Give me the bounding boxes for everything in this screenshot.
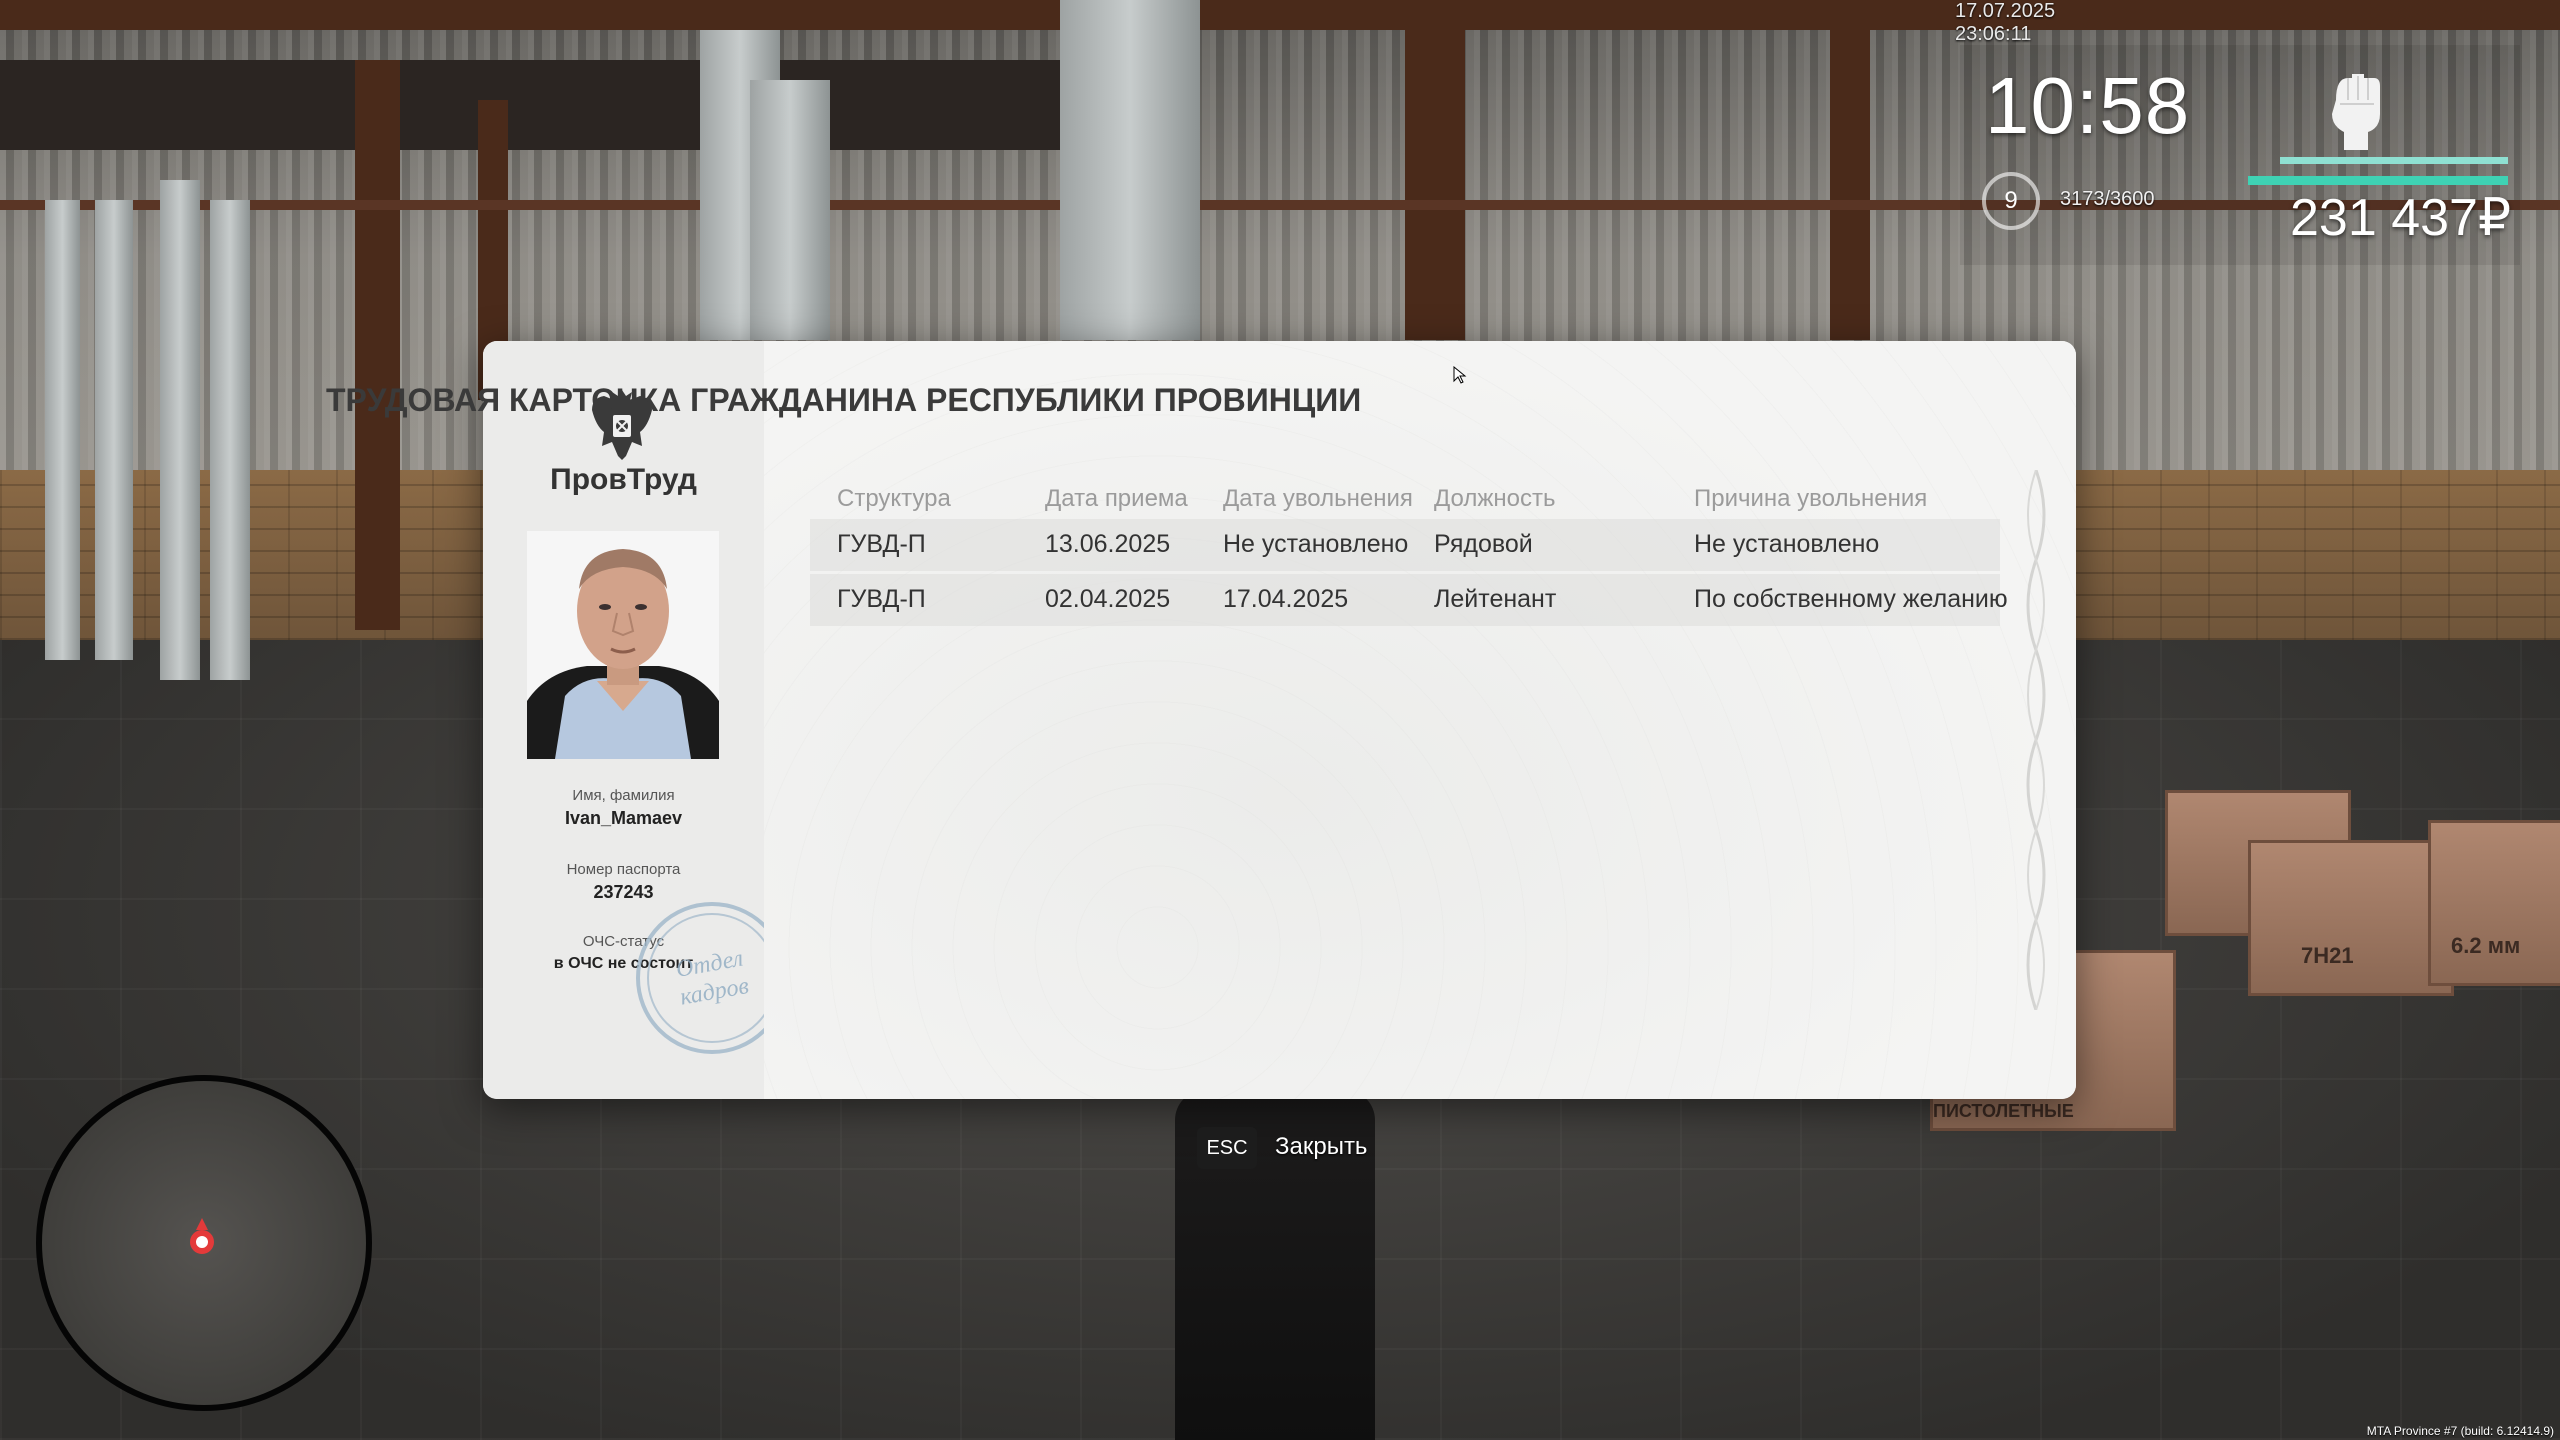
level-value: 9: [2004, 187, 2018, 214]
ceiling-shadow: [0, 60, 1100, 150]
concrete-post: [45, 200, 80, 660]
support-column: [355, 60, 400, 630]
card-title: ТРУДОВАЯ КАРТОЧКА ГРАЖДАНИНА РЕСПУБЛИКИ …: [326, 382, 1362, 418]
org-name: ПровТруд: [550, 463, 697, 496]
armor-bar: [2248, 176, 2508, 185]
minimap-marker-direction: [196, 1218, 208, 1230]
cell-structure: ГУВД-П: [837, 585, 926, 613]
money-balance: 231 437₽: [2290, 189, 2512, 247]
column-header-structure: Структура: [837, 485, 951, 512]
experience-counter: 3173/3600: [2060, 188, 2155, 210]
concrete-post: [95, 200, 133, 660]
cell-reason: Не установлено: [1694, 530, 1880, 558]
labour-card-dialog: ПровТруд Имя, фамилия Ivan_Mamaev Номер …: [483, 341, 2076, 1099]
crate-label: ПИСТОЛЕТНЫЕ: [1933, 1101, 2074, 1121]
game-time: 10:58: [1985, 61, 2191, 150]
crate: 7Н21: [2248, 840, 2454, 996]
build-info: MTA Province #7 (build: 6.12414.9): [2366, 1424, 2554, 1438]
fist-icon: [2332, 74, 2380, 150]
table-row: ГУВД-П 13.06.2025 Не установлено Рядовой…: [810, 519, 2000, 571]
cell-position: Лейтенант: [1434, 585, 1557, 613]
ceiling-beam: [0, 0, 2560, 30]
concrete-post: [210, 200, 250, 680]
name-label: Имя, фамилия: [572, 787, 675, 804]
cell-hire-date: 13.06.2025: [1045, 530, 1171, 558]
table-row: ГУВД-П 02.04.2025 17.04.2025 Лейтенант П…: [810, 574, 2008, 626]
close-button[interactable]: Закрыть: [1275, 1133, 1367, 1161]
minimap-marker-icon: [190, 1230, 214, 1254]
column-header-hire-date: Дата приема: [1045, 485, 1188, 512]
crate-label: 6.2 мм: [2451, 933, 2521, 958]
column-header-reason: Причина увольнения: [1694, 485, 1928, 512]
cell-reason: По собственному желанию: [1694, 585, 2008, 613]
card-content: [764, 341, 2076, 1099]
cell-hire-date: 02.04.2025: [1045, 585, 1171, 613]
citizen-photo: [527, 531, 719, 759]
support-column: [1830, 0, 1870, 340]
name-value: Ivan_Mamaev: [564, 808, 683, 828]
card-border-ornament: [2026, 470, 2046, 1010]
concrete-post: [750, 80, 830, 340]
server-datetime: 17.07.2025 23:06:11: [1955, 0, 2056, 45]
level-ring-icon: 9: [1982, 172, 2040, 230]
concrete-post: [160, 180, 200, 680]
passport-label: Номер паспорта: [566, 861, 681, 878]
mouse-cursor-icon: [1453, 366, 1467, 384]
concrete-post: [1060, 0, 1200, 340]
column-header-position: Должность: [1434, 485, 1556, 512]
health-bar: [2280, 157, 2508, 164]
card-sidebar: ПровТруд Имя, фамилия Ivan_Mamaev Номер …: [483, 341, 788, 1099]
cell-structure: ГУВД-П: [837, 530, 926, 558]
esc-key-button[interactable]: ESC: [1197, 1127, 1257, 1169]
cell-dismissal-date: 17.04.2025: [1223, 585, 1349, 613]
crate: 6.2 мм: [2428, 820, 2560, 986]
cell-dismissal-date: Не установлено: [1223, 530, 1409, 558]
crate-label: 7Н21: [2301, 943, 2354, 968]
column-header-dismissal-date: Дата увольнения: [1223, 485, 1413, 512]
support-column: [1405, 0, 1465, 340]
cell-position: Рядовой: [1434, 530, 1533, 558]
